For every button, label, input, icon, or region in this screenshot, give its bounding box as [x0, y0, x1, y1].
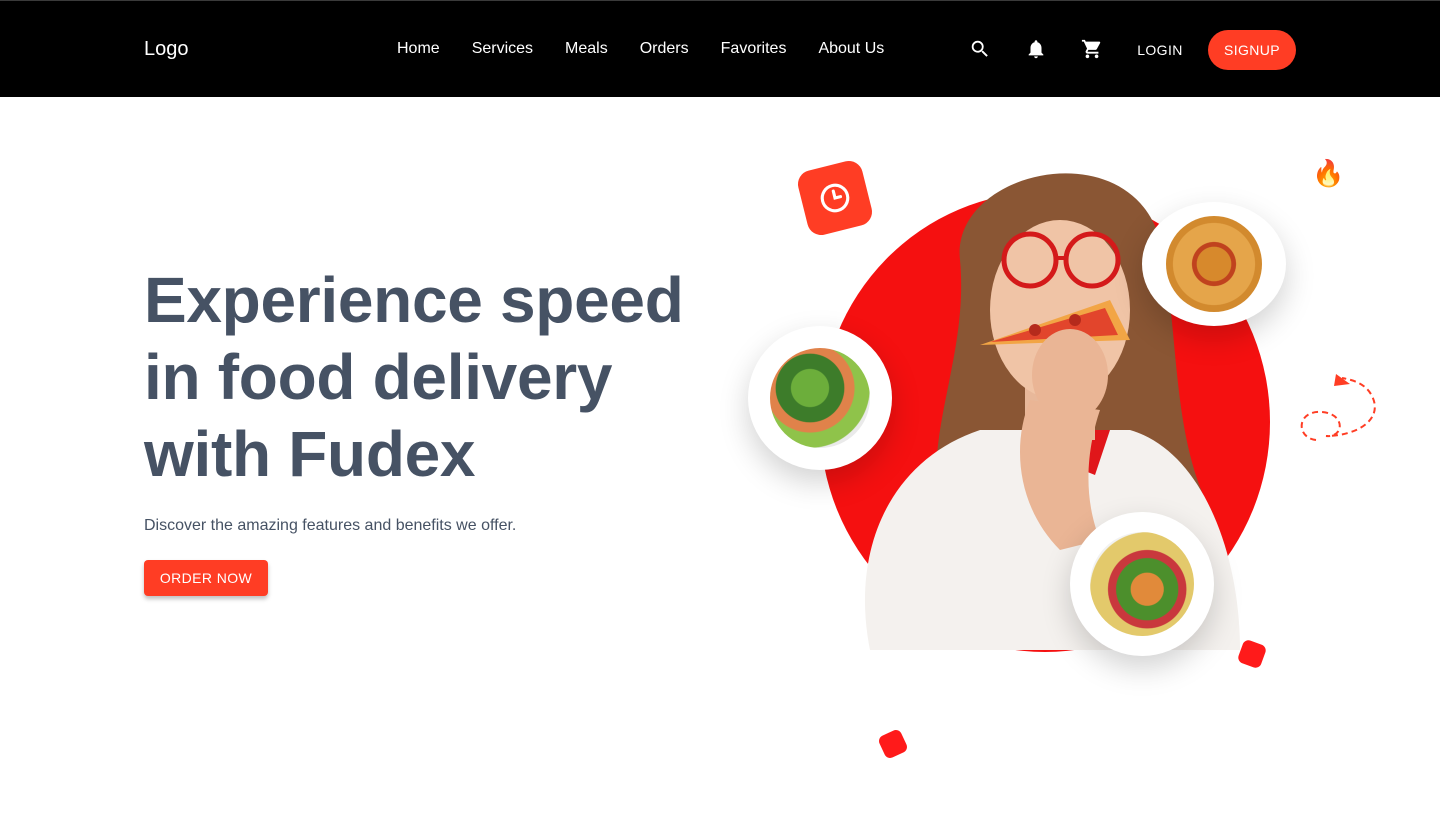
fire-icon: 🔥 — [1312, 158, 1345, 188]
nav-item-services[interactable]: Services — [472, 39, 533, 59]
nav-item-about-us[interactable]: About Us — [818, 39, 884, 59]
hero-title: Experience speed in food delivery with F… — [144, 264, 684, 490]
hero-subtitle: Discover the amazing features and benefi… — [144, 517, 517, 534]
nav-item-home[interactable]: Home — [397, 39, 440, 59]
order-now-button[interactable]: ORDER NOW — [144, 560, 268, 596]
bell-icon[interactable] — [1025, 38, 1047, 60]
grain-bowl-plate-image — [1070, 512, 1214, 656]
logo[interactable]: Logo — [144, 37, 189, 61]
dashed-arrow-icon — [1300, 374, 1376, 441]
login-button[interactable]: LOGIN — [1126, 31, 1194, 69]
nav-item-meals[interactable]: Meals — [565, 39, 608, 59]
navbar: Logo Home Services Meals Orders Favorite… — [0, 0, 1440, 97]
signup-button[interactable]: SIGNUP — [1208, 30, 1296, 70]
salad-food — [770, 348, 870, 448]
hero-illustration: 🔥 — [730, 120, 1410, 780]
clock-glyph — [820, 183, 850, 213]
nav-links: Home Services Meals Orders Favorites Abo… — [397, 39, 884, 59]
salad-plate-image — [748, 326, 892, 470]
confetti-square — [877, 728, 909, 760]
grain-bowl-food — [1090, 532, 1194, 636]
nav-item-favorites[interactable]: Favorites — [721, 39, 787, 59]
noodles-plate-image — [1142, 202, 1286, 326]
nav-item-orders[interactable]: Orders — [640, 39, 689, 59]
noodles-food — [1166, 216, 1262, 312]
cart-icon[interactable] — [1081, 38, 1103, 60]
search-icon[interactable] — [969, 38, 991, 60]
